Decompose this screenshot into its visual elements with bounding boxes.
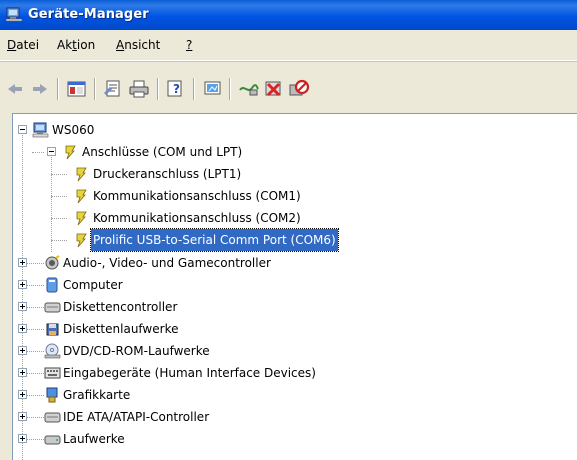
display-adapter-icon — [44, 387, 61, 403]
menu-bar: Datei Aktion Ansicht ? — [0, 30, 577, 61]
menu-ansicht[interactable]: Ansicht — [116, 30, 160, 60]
collapse-toggle[interactable] — [47, 147, 56, 156]
tree-item-com2[interactable]: Kommunikationsanschluss (COM2) — [13, 207, 413, 229]
collapse-toggle[interactable] — [18, 125, 27, 134]
svg-text:?: ? — [173, 82, 180, 96]
help-icon[interactable]: ? — [165, 79, 187, 99]
tree-category-ide[interactable]: IDE ATA/ATAPI-Controller — [13, 406, 433, 428]
disable-icon[interactable] — [288, 79, 310, 99]
expand-toggle[interactable] — [18, 412, 27, 421]
tree-category-audio[interactable]: Audio-, Video- und Gamecontroller — [13, 252, 433, 274]
update-driver-icon[interactable] — [202, 79, 224, 99]
tree-category-label: Grafikkarte — [63, 388, 131, 402]
tree-item-com6[interactable]: Prolific USB-to-Serial Comm Port (COM6) — [13, 228, 433, 252]
tree-category-floppy-drives[interactable]: Diskettenlaufwerke — [13, 318, 433, 340]
port-connector-icon — [62, 144, 79, 160]
port-connector-icon — [73, 188, 90, 204]
console-tree-icon[interactable] — [66, 79, 88, 99]
tree-category-computer[interactable]: Computer — [13, 274, 433, 296]
tree-category-label: Audio-, Video- und Gamecontroller — [63, 256, 271, 270]
forward-arrow-icon[interactable] — [29, 79, 51, 99]
tree-category-ports[interactable]: Anschlüsse (COM und LPT) — [13, 141, 413, 163]
floppy-drive-icon — [44, 321, 61, 337]
expand-toggle[interactable] — [18, 324, 27, 333]
expand-toggle[interactable] — [18, 434, 27, 443]
tree-category-drives[interactable]: Laufwerke — [13, 428, 433, 450]
tree-category-dvd[interactable]: DVD/CD-ROM-Laufwerke — [13, 340, 433, 362]
menu-aktion[interactable]: Aktion — [57, 30, 95, 60]
tree-category-label: Diskettenlaufwerke — [63, 322, 179, 336]
computer-icon — [32, 122, 49, 138]
back-arrow-icon[interactable] — [4, 79, 26, 99]
tree-category-floppy-controller[interactable]: Diskettencontroller — [13, 296, 433, 318]
tree-category-label: Eingabegeräte (Human Interface Devices) — [63, 366, 316, 380]
properties-icon[interactable] — [102, 79, 124, 99]
tree-category-hid[interactable]: Eingabegeräte (Human Interface Devices) — [13, 362, 473, 384]
expand-toggle[interactable] — [18, 390, 27, 399]
expand-toggle[interactable] — [18, 280, 27, 289]
port-connector-icon — [73, 232, 90, 248]
tree-category-label: Diskettencontroller — [63, 300, 178, 314]
tree-category-label: Computer — [63, 278, 123, 292]
tree-item-label-selected: Prolific USB-to-Serial Comm Port (COM6) — [90, 228, 339, 252]
keyboard-icon — [44, 365, 61, 381]
cd-drive-icon — [44, 343, 61, 359]
toolbar: ? — [0, 61, 577, 114]
port-connector-icon — [73, 210, 90, 226]
title-bar[interactable]: Geräte-Manager — [0, 0, 577, 30]
tree-category-label: IDE ATA/ATAPI-Controller — [63, 410, 210, 424]
tree-item-label: Kommunikationsanschluss (COM2) — [93, 211, 301, 225]
controller-icon — [44, 299, 61, 315]
expand-toggle[interactable] — [18, 258, 27, 267]
expand-toggle[interactable] — [18, 368, 27, 377]
tree-category-graphics[interactable]: Grafikkarte — [13, 384, 433, 406]
computer-icon — [44, 277, 61, 293]
tree-item-label: Druckeranschluss (LPT1) — [93, 167, 242, 181]
menu-help[interactable]: ? — [186, 30, 192, 60]
port-connector-icon — [73, 166, 90, 182]
tree-item-lpt1[interactable]: Druckeranschluss (LPT1) — [13, 163, 413, 185]
hard-drive-icon — [44, 431, 61, 447]
tree-category-label: DVD/CD-ROM-Laufwerke — [63, 344, 210, 358]
controller-icon — [44, 409, 61, 425]
uninstall-icon[interactable] — [263, 79, 285, 99]
expand-toggle[interactable] — [18, 302, 27, 311]
window-title: Geräte-Manager — [28, 7, 149, 22]
device-manager-icon — [5, 7, 23, 22]
tree-root-label: WS060 — [52, 123, 95, 137]
tree-root-row[interactable]: WS060 — [13, 119, 313, 141]
tree-item-com1[interactable]: Kommunikationsanschluss (COM1) — [13, 185, 413, 207]
menu-datei[interactable]: Datei — [7, 30, 39, 60]
expand-toggle[interactable] — [18, 346, 27, 355]
scan-hardware-icon[interactable] — [238, 79, 260, 99]
tree-category-label: Anschlüsse (COM und LPT) — [82, 145, 243, 159]
tree-item-label: Kommunikationsanschluss (COM1) — [93, 189, 301, 203]
tree-category-label: Laufwerke — [63, 432, 125, 446]
device-tree[interactable]: WS060 Anschlüsse (COM und LPT) Druckeran… — [12, 113, 577, 460]
print-icon[interactable] — [128, 79, 150, 99]
speaker-icon — [44, 255, 61, 271]
